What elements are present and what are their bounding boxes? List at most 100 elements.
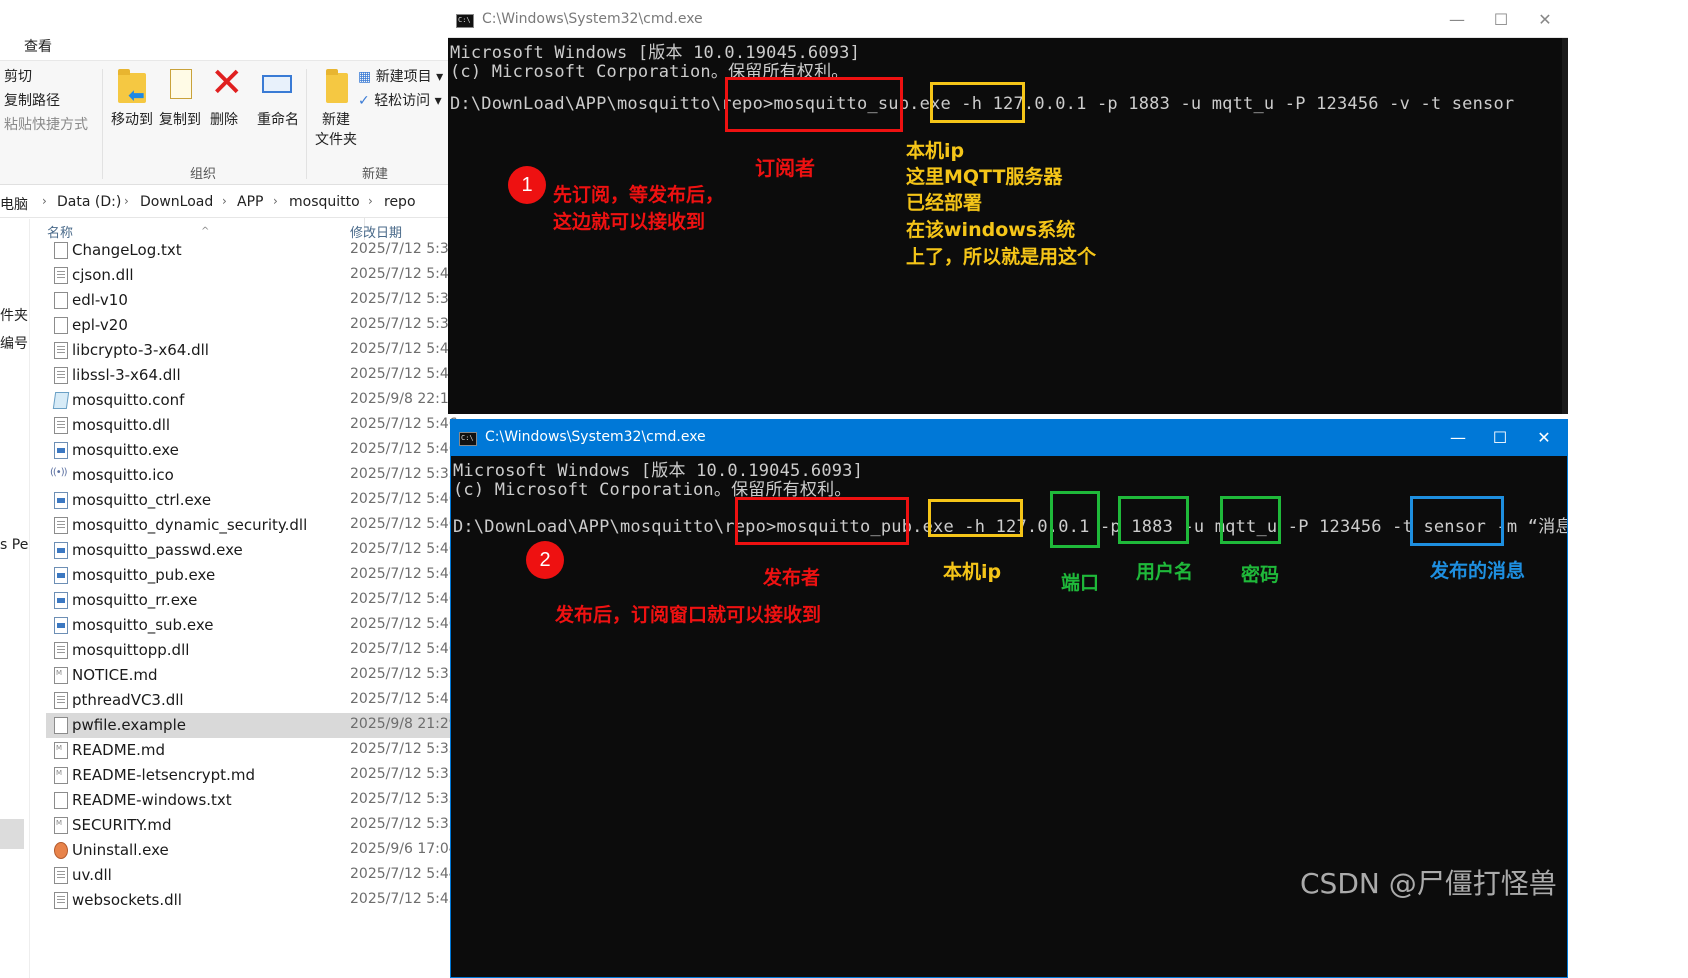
list-item[interactable]: mosquitto_dynamic_security.dll 2025/7/12 … [46,513,484,538]
new-item-button[interactable]: ▦ 新建项目 ▾ [358,66,443,86]
file-icon [54,617,68,634]
ribbon-tab-bar: 查看 [0,30,484,60]
list-item[interactable]: mosquitto_ctrl.exe 2025/7/12 5:46 [46,488,484,513]
label-message: 发布的消息 [1430,560,1526,582]
file-icon [54,567,68,584]
close-button[interactable]: ✕ [1522,6,1568,34]
list-item[interactable]: pthreadVC3.dll 2025/7/12 5:41 [46,688,484,713]
file-date: 2025/7/12 5:35 [350,791,458,807]
list-item[interactable]: README.md 2025/7/12 5:35 [46,738,484,763]
breadcrumb-this-pc[interactable]: 电脑 [0,194,28,214]
file-icon [54,742,68,759]
list-item[interactable]: mosquitto_pub.exe 2025/7/12 5:46 [46,563,484,588]
nav-item[interactable]: s Pe [0,537,28,553]
list-item[interactable]: mosquitto.conf 2025/9/8 22:19 [46,388,484,413]
organize-group-label: 组织 [190,167,217,182]
step-badge: 2 [526,541,564,579]
nav-item-selected[interactable] [0,819,24,849]
file-name: mosquitto_passwd.exe [72,541,243,559]
file-icon [54,642,68,659]
list-item[interactable]: README-letsencrypt.md 2025/7/12 5:35 [46,763,484,788]
minimize-button[interactable]: — [1434,6,1480,34]
list-item[interactable]: edl-v10 2025/7/12 5:35 [46,288,484,313]
breadcrumb-app[interactable]: APP [237,194,263,210]
title-bar[interactable]: C:\Windows\System32\cmd.exe — ☐ ✕ [448,2,1568,38]
file-date: 2025/7/12 5:46 [350,416,458,432]
file-date: 2025/9/8 21:29 [350,716,458,732]
file-icon [54,892,68,909]
list-item[interactable]: libcrypto-3-x64.dll 2025/7/12 5:44 [46,338,484,363]
list-item[interactable]: mosquitto_sub.exe 2025/7/12 5:46 [46,613,484,638]
new-group-label: 新建 [362,167,389,182]
file-name: Uninstall.exe [72,841,169,859]
file-icon [50,467,68,484]
file-icon [54,442,68,459]
cmd-icon [459,432,477,446]
list-item[interactable]: Uninstall.exe 2025/9/6 17:04 [46,838,484,863]
file-date: 2025/7/12 5:35 [350,316,458,332]
file-icon [54,767,68,784]
note-local-ip: 这里MQTT服务器 [906,166,1063,188]
list-item[interactable]: mosquitto_passwd.exe 2025/7/12 5:46 [46,538,484,563]
file-name: websockets.dll [72,891,182,909]
move-to-button[interactable]: ⬅ 移动到 [106,67,158,129]
file-icon [52,392,70,409]
list-item[interactable]: mosquitto.ico 2025/7/12 5:35 [46,463,484,488]
list-item[interactable]: ChangeLog.txt 2025/7/12 5:35 [46,238,484,263]
file-name: mosquitto_rr.exe [72,591,198,609]
rename-button[interactable]: 重命名 [250,67,306,129]
list-item[interactable]: README-windows.txt 2025/7/12 5:35 [46,788,484,813]
title-bar[interactable]: C:\Windows\System32\cmd.exe — ☐ ✕ [451,420,1567,456]
list-item[interactable]: mosquittopp.dll 2025/7/12 5:46 [46,638,484,663]
list-item[interactable]: pwfile.example 2025/9/8 21:29 [46,713,484,738]
file-icon [54,692,68,709]
note-step-1: 这边就可以接收到 [553,211,706,233]
delete-button[interactable]: ✕ 删除 [204,63,244,129]
file-name: pthreadVC3.dll [72,691,184,709]
file-date: 2025/9/8 22:19 [350,391,458,407]
window-title: C:\Windows\System32\cmd.exe [482,11,703,27]
new-folder-button[interactable]: 新建 文件夹 [310,67,362,149]
chevron-right-icon: › [222,194,227,208]
list-item[interactable]: uv.dll 2025/7/12 5:44 [46,863,484,888]
breadcrumb-repo[interactable]: repo [384,194,416,210]
nav-item[interactable]: 编号 [0,333,28,353]
easy-access-button[interactable]: ✓ 轻松访问 ▾ [358,90,442,110]
list-item[interactable]: SECURITY.md 2025/7/12 5:35 [46,813,484,838]
list-item[interactable]: mosquitto_rr.exe 2025/7/12 5:46 [46,588,484,613]
copy-path-button[interactable]: 复制路径 [4,90,60,110]
move-to-label: 移动到 [111,112,153,128]
tab-view[interactable]: 查看 [24,36,52,56]
file-icon [54,792,68,809]
list-item[interactable]: websockets.dll 2025/7/12 5:45 [46,888,484,913]
highlight-box-ip [930,82,1025,123]
copy-to-button[interactable]: 复制到 [154,67,206,129]
breadcrumb-mosquitto[interactable]: mosquitto [289,194,360,210]
list-item[interactable]: epl-v20 2025/7/12 5:35 [46,313,484,338]
scrollbar[interactable] [1562,38,1568,414]
nav-item[interactable]: 件夹 [0,305,28,325]
minimize-button[interactable]: — [1435,424,1481,452]
list-item[interactable]: NOTICE.md 2025/7/12 5:35 [46,663,484,688]
list-item[interactable]: cjson.dll 2025/7/12 5:41 [46,263,484,288]
maximize-button[interactable]: ☐ [1478,6,1524,34]
list-item[interactable]: libssl-3-x64.dll 2025/7/12 5:44 [46,363,484,388]
file-name: epl-v20 [72,316,128,334]
list-item[interactable]: mosquitto.dll 2025/7/12 5:46 [46,413,484,438]
rename-label: 重命名 [257,112,299,128]
label-subscriber: 订阅者 [755,156,815,180]
note-step-1: 先订阅，等发布后， [553,184,725,206]
file-name: libcrypto-3-x64.dll [72,341,209,359]
file-name: edl-v10 [72,291,128,309]
breadcrumb-download[interactable]: DownLoad [140,194,213,210]
list-item[interactable]: mosquitto.exe 2025/7/12 5:46 [46,438,484,463]
paste-shortcut-button[interactable]: 粘贴快捷方式 [4,114,88,134]
cut-button[interactable]: 剪切 [4,66,32,86]
maximize-button[interactable]: ☐ [1477,424,1523,452]
breadcrumb[interactable]: 电脑 › Data (D:) › DownLoad › APP › mosqui… [0,186,484,218]
breadcrumb-drive[interactable]: Data (D:) [57,194,121,210]
easy-access-icon: ✓ [358,93,370,109]
close-button[interactable]: ✕ [1521,424,1567,452]
note-step-2: 发布后，订阅窗口就可以接收到 [555,604,822,626]
note-local-ip: 已经部署 [906,192,983,214]
